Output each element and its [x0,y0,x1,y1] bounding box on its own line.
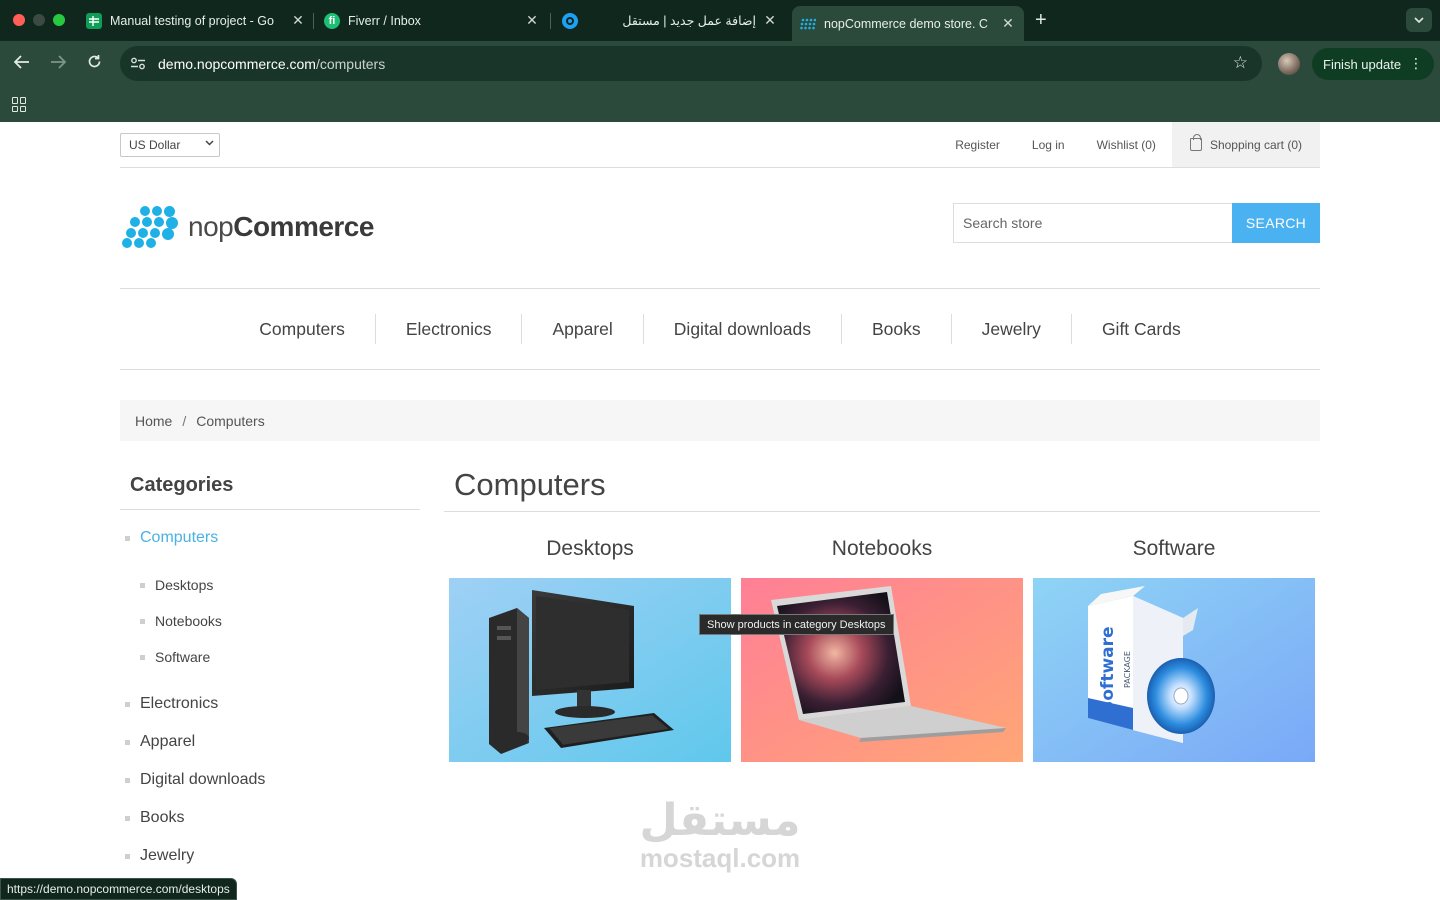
web-page: US Dollar Register Log in Wishlist (0) S… [0,122,1440,900]
menu-item-computers[interactable]: Computers [229,314,375,344]
logo-text: nopCommerce [188,211,374,242]
svg-text:Software: Software [1098,626,1118,713]
subcategory-title-notebooks[interactable]: Notebooks [741,537,1023,561]
wishlist-link[interactable]: Wishlist (0) [1097,138,1156,152]
tab-title: إضافة عمل جديد | مستقل [622,14,756,28]
tab-search-chevron-icon[interactable] [1406,8,1432,32]
close-tab-icon[interactable]: ✕ [290,12,306,29]
new-tab-button[interactable]: + [1035,9,1047,32]
finish-update-button[interactable]: Finish update ⋮ [1312,48,1434,80]
sidebar-item-jewelry[interactable]: Jewelry [125,847,194,865]
browser-toolbar: demo.nopcommerce.com/computers ☆ Finish … [0,41,1440,87]
sidebar-item-apparel[interactable]: Apparel [125,733,195,751]
bookmark-star-icon[interactable]: ☆ [1233,53,1248,73]
maximize-window-button[interactable] [53,14,65,26]
search-input[interactable]: Search store [953,203,1232,243]
top-menu: Computers Electronics Apparel Digital do… [120,289,1320,369]
search-button[interactable]: SEARCH [1232,203,1320,243]
browser-tab-mostaql[interactable]: إضافة عمل جديد | مستقل ✕ [562,6,778,35]
shopping-cart-link[interactable]: Shopping cart (0) [1171,122,1320,167]
sidebar-item-software[interactable]: Software [140,649,210,665]
menu-item-jewelry[interactable]: Jewelry [950,314,1071,344]
close-tab-icon[interactable]: ✕ [1000,15,1016,32]
svg-text:PACKAGE: PACKAGE [1123,651,1132,688]
sidebar-item-digital-downloads[interactable]: Digital downloads [125,771,265,789]
register-link[interactable]: Register [955,138,1000,152]
back-arrow-icon[interactable] [11,53,33,74]
tab-title: Manual testing of project - Go [110,13,274,28]
tab-title: Fiverr / Inbox [348,13,421,28]
reload-icon[interactable] [83,53,105,74]
minimize-window-button[interactable] [33,14,45,26]
menu-item-gift-cards[interactable]: Gift Cards [1070,314,1211,344]
sidebar-item-desktops[interactable]: Desktops [140,577,213,593]
mostaql-icon [562,12,578,29]
category-tooltip: Show products in category Desktops [699,614,894,635]
tab-title: nopCommerce demo store. C [824,16,988,31]
subcategory-title-software[interactable]: Software [1033,537,1315,561]
breadcrumb-current: Computers [196,412,265,429]
profile-avatar[interactable] [1278,53,1300,75]
categories-title: Categories [130,474,234,496]
browser-tab-bar: Manual testing of project - Go ✕ fi Five… [0,0,1440,41]
close-window-button[interactable] [13,14,25,26]
sidebar-item-electronics[interactable]: Electronics [125,695,218,713]
sidebar-item-notebooks[interactable]: Notebooks [140,613,222,629]
sidebar-item-books[interactable]: Books [125,809,184,827]
store-logo[interactable]: nopCommerce [122,206,374,248]
breadcrumb: Home / Computers [120,400,1320,441]
menu-item-apparel[interactable]: Apparel [521,314,642,344]
fiverr-icon: fi [324,12,340,29]
apps-grid-icon[interactable] [12,97,27,112]
nopcommerce-icon [800,16,816,32]
shopping-bag-icon [1189,134,1202,151]
menu-item-books[interactable]: Books [840,314,951,344]
url-text: demo.nopcommerce.com/computers [158,55,386,72]
bookmarks-bar [0,87,1440,122]
chevron-down-icon [205,138,214,149]
software-box-picture[interactable]: Software PACKAGE [1033,578,1315,762]
browser-tab-nopcommerce[interactable]: nopCommerce demo store. C ✕ [792,6,1024,41]
mostaql-watermark: مستقل mostaql.com [639,795,801,873]
site-settings-icon[interactable] [130,57,148,71]
currency-select[interactable]: US Dollar [120,133,220,157]
desktop-computer-picture[interactable] [449,578,731,762]
browser-tab-sheets[interactable]: Manual testing of project - Go ✕ [86,6,306,35]
subcategory-title-desktops[interactable]: Desktops [449,537,731,561]
breadcrumb-home[interactable]: Home [135,413,172,429]
menu-item-digital-downloads[interactable]: Digital downloads [642,314,841,344]
forward-arrow-icon[interactable] [47,53,69,74]
status-bar-url: https://demo.nopcommerce.com/desktops [0,878,237,900]
close-tab-icon[interactable]: ✕ [524,12,540,29]
logo-dots-icon [122,206,180,248]
close-tab-icon[interactable]: ✕ [762,12,778,29]
header-links: Register Log in Wishlist (0) Shopping ca… [923,122,1320,167]
browser-tab-fiverr[interactable]: fi Fiverr / Inbox ✕ [324,6,540,35]
page-title: Computers [454,467,606,502]
notebook-laptop-picture[interactable] [741,578,1023,762]
more-menu-icon[interactable]: ⋮ [1409,55,1423,72]
address-bar[interactable]: demo.nopcommerce.com/computers ☆ [120,46,1262,81]
menu-item-electronics[interactable]: Electronics [374,314,522,344]
google-sheets-icon [86,12,102,29]
sidebar-item-computers[interactable]: Computers [125,529,218,547]
login-link[interactable]: Log in [1032,138,1065,152]
